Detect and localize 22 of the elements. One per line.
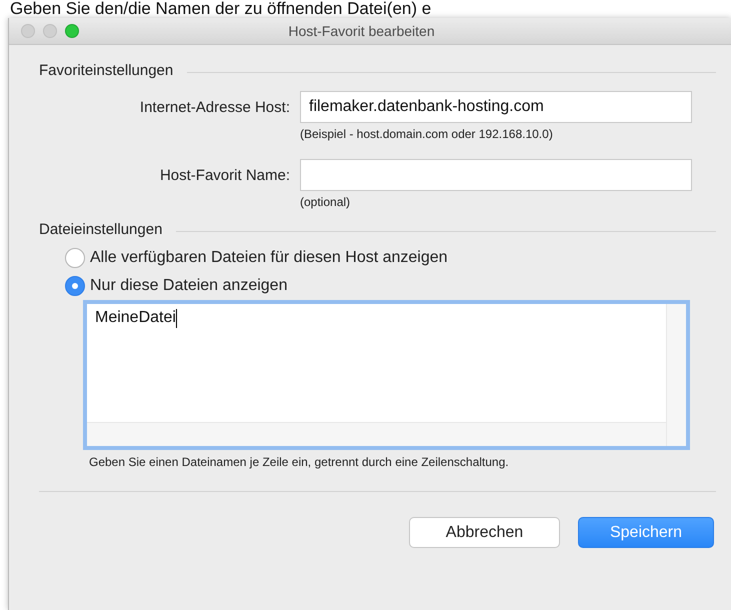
file-list-field[interactable]: MeineDatei bbox=[83, 300, 690, 450]
zoom-icon[interactable] bbox=[65, 24, 79, 38]
radio-button[interactable] bbox=[65, 248, 85, 268]
background-document-text: Geben Sie den/die Namen der zu öffnenden Datei(en) e bbox=[9, 0, 432, 18]
radio-label[interactable]: Alle verfügbaren Dateien für diesen Host anzeigen bbox=[90, 249, 448, 267]
file-name-text: MeineDatei bbox=[95, 309, 176, 327]
field-label: Host-Favorit Name: bbox=[160, 166, 290, 184]
cancel-button[interactable]: Abbrechen bbox=[409, 517, 560, 548]
field-hint: (Beispiel - host.domain.com oder 192.168.10.0) bbox=[300, 127, 553, 141]
window-title: Host-Favorit bearbeiten bbox=[288, 23, 435, 39]
field-hint: (optional) bbox=[300, 195, 350, 209]
text-cursor-icon bbox=[176, 309, 177, 328]
minimize-icon[interactable] bbox=[43, 24, 57, 38]
text-field[interactable] bbox=[300, 159, 692, 191]
radio-button[interactable] bbox=[65, 276, 85, 296]
file-list-hint: Geben Sie einen Dateinamen je Zeile ein, getrennt durch eine Zeilenschaltung. bbox=[89, 455, 509, 469]
radio-label[interactable]: Nur diese Dateien anzeigen bbox=[90, 277, 288, 295]
section-heading: Favoriteinstellungen bbox=[39, 62, 174, 79]
section-heading: Dateieinstellungen bbox=[39, 221, 162, 238]
text-field[interactable]: filemaker.datenbank-hosting.com bbox=[300, 91, 692, 123]
field-label: Internet-Adresse Host: bbox=[140, 98, 290, 116]
close-icon[interactable] bbox=[21, 24, 35, 38]
